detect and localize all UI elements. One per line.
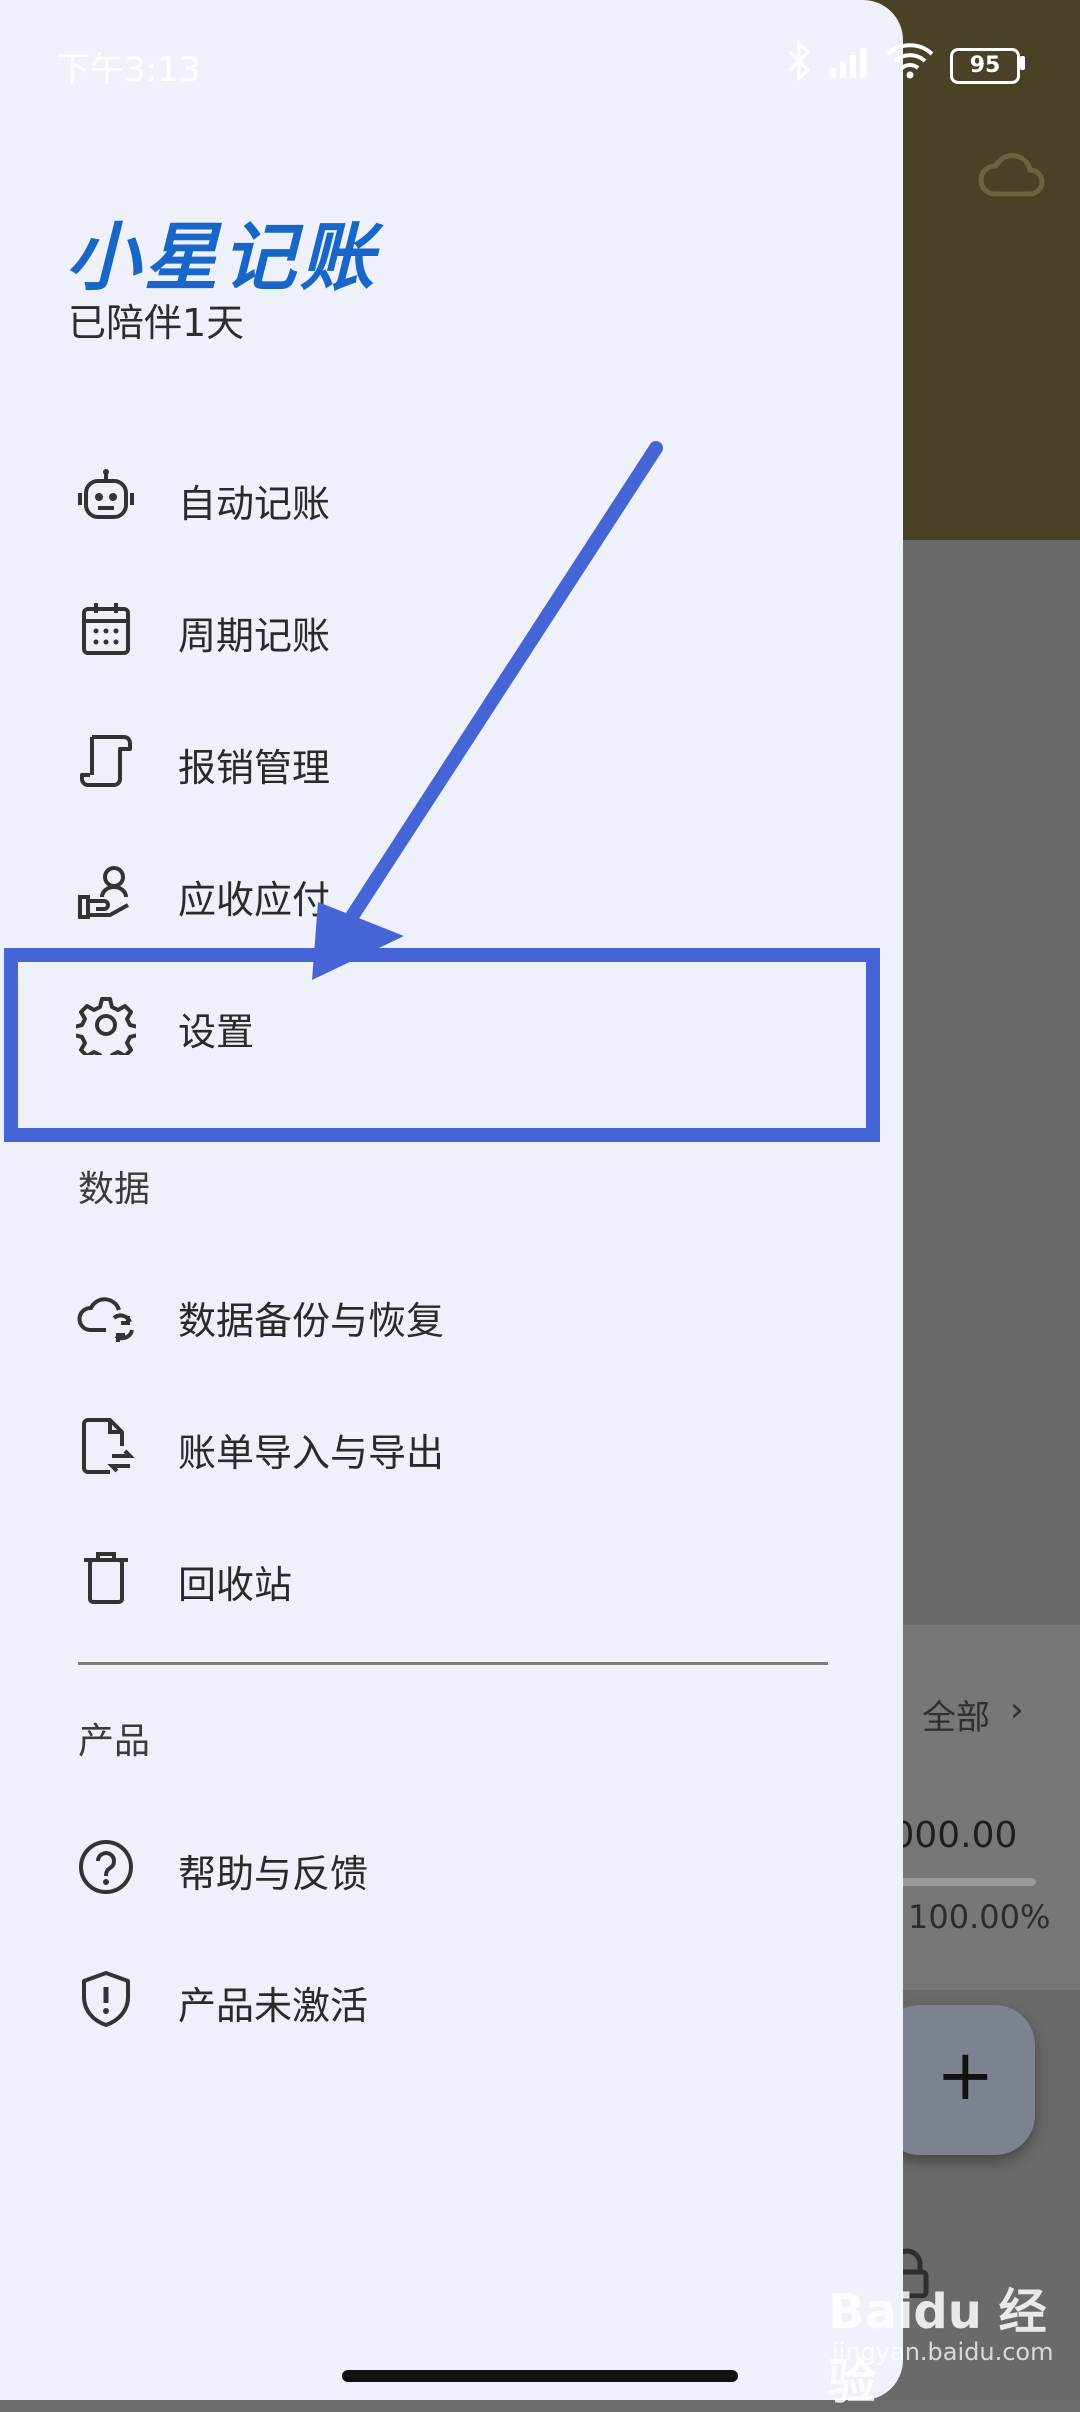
menu-item-recycle-bin[interactable]: 回收站	[0, 1518, 900, 1638]
section-title-data: 数据	[78, 1169, 151, 1210]
menu-item-reimbursement[interactable]: 报销管理	[0, 701, 900, 821]
calendar-icon	[82, 603, 130, 655]
background-progress-bar	[880, 1878, 1036, 1886]
menu-label: 数据备份与恢复	[178, 1299, 445, 1343]
menu-item-product-activation[interactable]: 产品未激活	[0, 1939, 900, 2059]
home-indicator[interactable]	[342, 2370, 738, 2382]
menu-item-auto-record[interactable]: 自动记账	[0, 437, 900, 557]
menu-label: 周期记账	[178, 614, 331, 658]
receipt-icon	[80, 735, 132, 787]
cloud-icon	[978, 153, 1045, 197]
file-transfer-icon	[82, 1418, 135, 1474]
companion-days: 已陪伴1天	[68, 301, 245, 345]
section-divider	[78, 1662, 828, 1665]
battery-indicator: 95	[950, 48, 1020, 84]
app-logo-title: 小星记账	[66, 215, 378, 301]
menu-item-help-feedback[interactable]: 帮助与反馈	[0, 1807, 900, 1927]
shield-alert-icon	[82, 1971, 130, 2027]
background-all-link: 全部	[922, 1698, 990, 1738]
wifi-icon	[886, 43, 934, 79]
navigation-drawer: 下午3:13 小星记账 已陪伴1天 自动记账 周期记账 报销管理 应收应付 设置…	[0, 0, 903, 2400]
cloud-sync-icon	[77, 1297, 134, 1342]
annotation-highlight-box	[4, 948, 880, 1142]
menu-label: 自动记账	[178, 482, 331, 526]
plus-icon: +	[936, 2034, 995, 2116]
menu-item-receivables[interactable]: 应收应付	[0, 833, 900, 953]
menu-item-backup-restore[interactable]: 数据备份与恢复	[0, 1254, 900, 1374]
background-percent: 100.00%	[908, 1898, 1051, 1936]
menu-item-import-export[interactable]: 账单导入与导出	[0, 1386, 900, 1506]
menu-label: 帮助与反馈	[178, 1852, 369, 1896]
menu-label: 产品未激活	[178, 1984, 369, 2028]
status-time: 下午3:13	[56, 50, 201, 90]
menu-label: 报销管理	[178, 746, 331, 790]
robot-icon	[78, 469, 134, 519]
hand-user-icon	[78, 866, 129, 919]
trash-icon	[84, 1552, 128, 1604]
signal-icon	[830, 48, 866, 78]
menu-item-periodic-record[interactable]: 周期记账	[0, 569, 900, 689]
menu-label: 回收站	[178, 1563, 293, 1607]
baidu-watermark-url: jingyan.baidu.com	[832, 2338, 1054, 2366]
section-title-product: 产品	[78, 1721, 151, 1762]
menu-label: 账单导入与导出	[178, 1431, 445, 1475]
menu-label: 应收应付	[178, 878, 331, 922]
battery-tip	[1020, 56, 1025, 70]
help-icon	[79, 1840, 133, 1894]
bluetooth-icon	[788, 40, 811, 82]
chevron-right-icon: ›	[1010, 1690, 1024, 1730]
